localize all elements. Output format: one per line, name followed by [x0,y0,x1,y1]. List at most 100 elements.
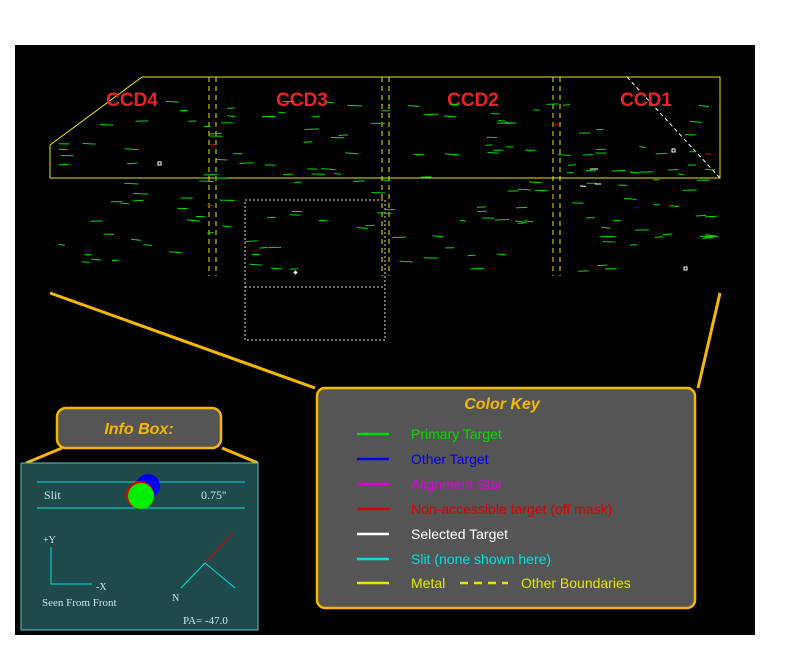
primary-target-slit [81,261,90,263]
primary-target-slit [133,192,149,195]
primary-target-slit [624,197,637,200]
alignment-box [671,148,676,153]
primary-target-slit [467,254,476,257]
primary-target-slit [596,264,608,267]
primary-target-slit [132,199,144,202]
ccd-label-3: CCD3 [276,90,328,111]
primary-target-slit [130,238,142,241]
primary-target-slit [517,222,527,224]
primary-target-slit [444,153,460,156]
primary-target-slit [120,202,129,205]
primary-target-slit [143,244,153,246]
primary-target-slit [216,158,227,161]
slit-label: Slit [44,488,61,502]
primary-target-slit [662,233,673,236]
primary-target-slit [356,227,368,229]
primary-target-slit [487,151,500,154]
primary-target-slit [270,267,283,270]
primary-target-slit [562,104,571,106]
ccd-label-2: CCD2 [447,90,499,111]
ccd-gap-boundaries [208,77,561,276]
color-key-label: Alignment Star [411,476,503,492]
primary-target-slit [654,236,664,238]
color-key-label: Selected Target [411,526,508,542]
primary-target-slit [207,231,214,234]
primary-target-slit [696,214,707,217]
primary-target-slit [523,220,534,223]
primary-target-slit [704,234,716,237]
primary-target-slit [529,181,542,184]
ccd-label-1: CCD1 [620,90,672,111]
primary-target-slit [186,219,200,222]
mask-diagram: CCD4 CCD3 CCD2 CCD1 Color Key Primary Ta… [20,76,722,631]
primary-target-slit [424,113,439,116]
primary-target-slit [546,103,559,105]
primary-target-slit [669,205,680,208]
info-box-header: Info Box: [55,406,223,450]
primary-target-slit [689,120,702,123]
info-box-title: Info Box: [104,421,173,438]
primary-target-slit [515,220,524,223]
primary-target-slit [698,105,709,107]
primary-target-slit [99,124,114,126]
ccd-label-4: CCD4 [106,90,158,111]
primary-target-slit [209,132,222,135]
primary-target-slit [124,182,139,185]
primary-target-slit [557,154,571,156]
color-key-label: Slit (none shown here) [411,551,551,567]
primary-target-slit [459,219,467,222]
color-key-label: Primary Target [411,426,502,442]
primary-target-slit [249,263,263,266]
primary-target-slit [567,164,576,166]
position-angle: PA= -47.0 [183,615,228,627]
primary-target-slit [304,128,319,131]
primary-target-slit [586,169,596,172]
boundaries-label: Other Boundaries [521,575,631,591]
primary-target-slit [111,259,119,262]
primary-target-slit [704,215,718,218]
primary-target-slit [408,104,420,108]
primary-target-slit [377,212,392,214]
info-box-panel: Slit 0.75'' +Y -X Seen From Front N PA= … [20,462,259,631]
primary-target-slit [245,240,258,242]
guide-star [293,270,298,275]
x-axis-label: -X [96,582,107,593]
primary-target-slit [432,235,444,238]
primary-target-slit [91,258,102,261]
primary-target-slit [352,180,365,182]
primary-target-slit [611,170,626,172]
view-orientation: Seen From Front [42,597,117,609]
primary-target-slit [338,134,349,136]
primary-target-slit [517,188,531,191]
primary-target-slit [494,218,510,221]
primary-target-slit [165,100,179,103]
primary-target-slit [702,237,714,239]
primary-target-slit [515,206,528,209]
primary-target-slit [334,172,341,175]
primary-target-slit [266,216,276,219]
color-key-panel: Color Key Primary Target Other Target Alig… [315,386,697,610]
alignment-box [157,161,162,166]
alignment-box [683,266,688,271]
primary-target-slit [127,162,138,165]
metal-label: Metal [411,575,445,591]
primary-target-slit [345,152,359,155]
color-key-title: Color Key [464,396,541,413]
other-target-slit [632,206,640,209]
primary-target-slit [222,225,232,228]
primary-target-slit [629,171,640,174]
mask-display: CCD4 CCD3 CCD2 CCD1 Color Key Primary Ta… [15,45,755,635]
primary-target-slit [124,148,139,151]
compass-north-label: N [172,593,179,604]
primary-target-marker [128,483,154,509]
nonaccessible-target-slit [209,143,217,146]
primary-target-slit [227,115,236,118]
primary-target-slit [601,226,611,229]
primary-target-slit [303,141,313,143]
guider-boxes [244,199,386,341]
primary-target-slit [443,115,457,118]
primary-target-slit [365,224,375,227]
primary-target-slit [399,260,413,263]
primary-target-slit [278,111,286,114]
primary-target-slit [321,168,336,171]
